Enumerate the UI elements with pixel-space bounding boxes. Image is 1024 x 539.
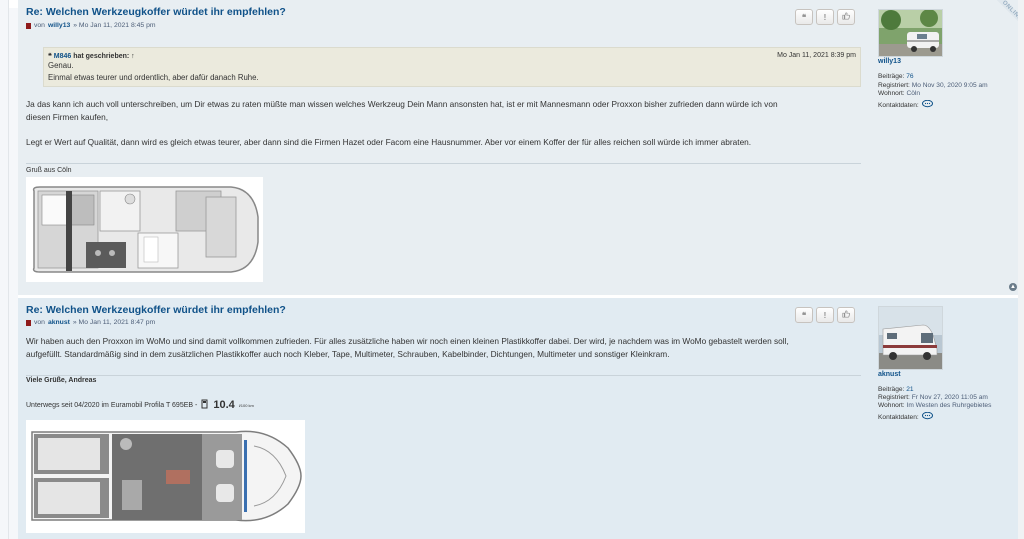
posts-count-link[interactable]: 76 bbox=[906, 73, 913, 80]
online-badge: ONLINE bbox=[976, 0, 1020, 38]
contact-bubble-icon[interactable] bbox=[921, 411, 933, 422]
contact-bubble-icon[interactable] bbox=[921, 99, 933, 110]
scrollbar[interactable] bbox=[1018, 0, 1024, 539]
profile-username[interactable]: aknust bbox=[878, 371, 901, 378]
signature-vehicle: Unterwegs seit 04/2020 im Euramobil Prof… bbox=[26, 399, 254, 411]
posts-label: Beiträge: bbox=[878, 386, 905, 393]
online-badge-text: ONLINE bbox=[988, 0, 1020, 35]
profile-posts: Beiträge: 76 bbox=[878, 73, 914, 80]
profile-username[interactable]: willy13 bbox=[878, 58, 901, 65]
contact-label: Kontaktdaten: bbox=[878, 413, 919, 421]
post-2: Re: Welchen Werkzeugkoffer würdet ihr em… bbox=[18, 298, 1020, 539]
report-icon: ! bbox=[823, 12, 827, 22]
profile-contact: Kontaktdaten: bbox=[878, 99, 933, 110]
post-meta: von willy13 » Mo Jan 11, 2021 8:45 pm bbox=[26, 22, 156, 29]
post-date: » Mo Jan 11, 2021 8:47 pm bbox=[72, 319, 156, 326]
posts-label: Beiträge: bbox=[878, 73, 905, 80]
quote-header: ❝ M846 hat geschrieben: ↑ bbox=[48, 52, 135, 60]
registered-date: Mo Nov 30, 2020 9:05 am bbox=[911, 82, 988, 89]
floorplan-image bbox=[26, 177, 263, 282]
location-label: Wohnort: bbox=[878, 90, 905, 97]
location-value: Cöln bbox=[906, 90, 921, 97]
contact-label: Kontaktdaten: bbox=[878, 101, 919, 109]
quote-line: Einmal etwas teurer und ordentlich, aber… bbox=[48, 73, 259, 82]
post-1: Re: Welchen Werkzeugkoffer würdet ihr em… bbox=[18, 0, 1020, 296]
quote-author-link[interactable]: M846 bbox=[54, 53, 72, 60]
post-actions: ❝ ! bbox=[795, 307, 855, 323]
registered-label: Registriert: bbox=[878, 82, 910, 89]
signature-text: Gruß aus Cöln bbox=[26, 167, 72, 174]
like-button[interactable] bbox=[837, 9, 855, 25]
left-edge bbox=[0, 0, 9, 539]
post-author-link[interactable]: aknust bbox=[48, 319, 70, 326]
by-label: von bbox=[34, 22, 45, 29]
post-body-line: diesen Firmen kaufen, bbox=[26, 112, 109, 122]
user-avatar[interactable] bbox=[878, 306, 943, 370]
by-label: von bbox=[34, 319, 45, 326]
post-icon bbox=[26, 319, 31, 326]
fuel-pump-icon bbox=[201, 399, 209, 411]
like-icon bbox=[842, 310, 850, 320]
quote-cite[interactable]: hat geschrieben: ↑ bbox=[73, 53, 134, 60]
report-button[interactable]: ! bbox=[816, 307, 834, 323]
fuel-unit: l/100 km bbox=[238, 402, 254, 408]
post-body-line: aufgefüllt. Standardmäßig sind in dem zu… bbox=[26, 349, 670, 359]
quote-button[interactable]: ❝ bbox=[795, 9, 813, 25]
signature-divider bbox=[26, 163, 861, 164]
quote-mark-icon: ❝ bbox=[48, 53, 52, 60]
like-icon bbox=[842, 12, 850, 22]
post-icon bbox=[26, 22, 31, 29]
profile-location: Wohnort: Im Westen des Ruhrgebietes bbox=[878, 402, 991, 409]
profile-registered: Registriert: Fr Nov 27, 2020 11:05 am bbox=[878, 394, 988, 401]
post-body-line: Ja das kann ich auch voll unterschreiben… bbox=[26, 99, 778, 109]
quote-block: ❝ M846 hat geschrieben: ↑ Mo Jan 11, 202… bbox=[43, 47, 861, 87]
floorplan-image bbox=[26, 420, 305, 533]
profile-location: Wohnort: Cöln bbox=[878, 90, 920, 97]
like-button[interactable] bbox=[837, 307, 855, 323]
post-author-link[interactable]: willy13 bbox=[48, 22, 70, 29]
registered-date: Fr Nov 27, 2020 11:05 am bbox=[911, 394, 988, 401]
location-value: Im Westen des Ruhrgebietes bbox=[906, 402, 992, 409]
post-meta: von aknust » Mo Jan 11, 2021 8:47 pm bbox=[26, 319, 155, 326]
quote-icon: ❝ bbox=[801, 12, 807, 22]
fuel-value: 10.4 bbox=[213, 399, 235, 411]
back-to-top-icon[interactable]: ▲ bbox=[1009, 283, 1017, 291]
post-title[interactable]: Re: Welchen Werkzeugkoffer würdet ihr em… bbox=[26, 6, 286, 18]
location-label: Wohnort: bbox=[878, 402, 905, 409]
profile-posts: Beiträge: 21 bbox=[878, 386, 914, 393]
registered-label: Registriert: bbox=[878, 394, 910, 401]
report-button[interactable]: ! bbox=[816, 9, 834, 25]
post-body-line: Legt er Wert auf Qualität, dann wird es … bbox=[26, 137, 752, 147]
post-actions: ❝ ! bbox=[795, 9, 855, 25]
quote-date: Mo Jan 11, 2021 8:39 pm bbox=[777, 52, 856, 59]
quote-line: Genau. bbox=[48, 61, 74, 70]
post-body-line: Wir haben auch den Proxxon im WoMo und s… bbox=[26, 336, 789, 346]
signature-greeting: Viele Grüße, Andreas bbox=[26, 377, 97, 384]
profile-contact: Kontaktdaten: bbox=[878, 411, 933, 422]
quote-icon: ❝ bbox=[801, 310, 807, 320]
signature-vehicle-text: Unterwegs seit 04/2020 im Euramobil Prof… bbox=[26, 401, 198, 409]
profile-registered: Registriert: Mo Nov 30, 2020 9:05 am bbox=[878, 82, 988, 89]
report-icon: ! bbox=[823, 310, 827, 320]
post-date: » Mo Jan 11, 2021 8:45 pm bbox=[73, 22, 156, 29]
post-title[interactable]: Re: Welchen Werkzeugkoffer würdet ihr em… bbox=[26, 304, 286, 316]
signature-divider bbox=[26, 375, 861, 376]
quote-button[interactable]: ❝ bbox=[795, 307, 813, 323]
user-avatar[interactable] bbox=[878, 9, 943, 57]
posts-count-link[interactable]: 21 bbox=[906, 386, 913, 393]
